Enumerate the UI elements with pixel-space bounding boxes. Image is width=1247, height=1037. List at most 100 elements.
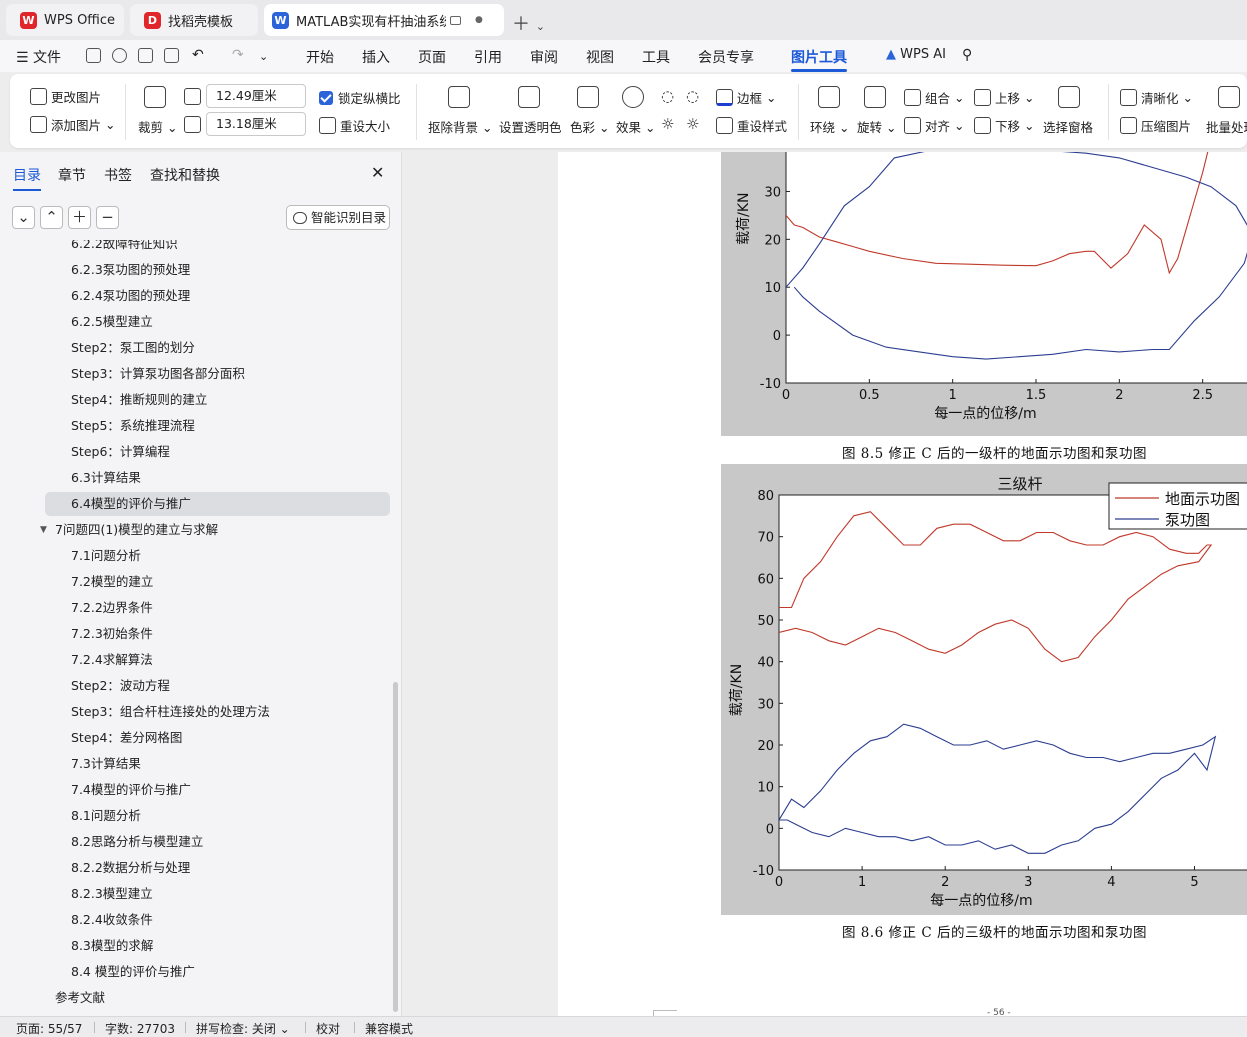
reset-size-button[interactable]: 重设大小 <box>319 116 390 135</box>
proofread[interactable]: 校对 <box>304 1020 340 1037</box>
transparent-color-icon[interactable] <box>518 86 540 108</box>
toc-item[interactable]: 8.2思路分析与模型建立 <box>71 830 203 854</box>
smart-toc-button[interactable]: 智能识别目录 <box>286 205 390 230</box>
close-tab-icon[interactable]: ● <box>475 15 483 25</box>
search-icon[interactable]: ⚲ <box>962 47 972 63</box>
spell-check[interactable]: 拼写检查: 关闭 ⌄ <box>185 1020 290 1037</box>
menu-page[interactable]: 页面 <box>418 47 446 67</box>
toc-item[interactable]: 8.2.3模型建立 <box>71 882 153 906</box>
toc-scrollbar[interactable] <box>393 682 398 1012</box>
new-tab-button[interactable]: ＋ ⌄ <box>512 10 545 36</box>
menu-view[interactable]: 视图 <box>586 47 614 67</box>
chevron-down-icon[interactable]: ⌄ <box>259 50 268 63</box>
figure-8-5[interactable]: 00.511.522.5-10010203040每一点的位移/m载荷/KN <box>721 152 1247 436</box>
toc-item[interactable]: 8.1问题分析 <box>71 804 141 828</box>
border-button[interactable]: 边框 ⌄ <box>716 88 776 107</box>
rotate-icon[interactable] <box>864 86 886 108</box>
crop-button[interactable]: 裁剪 ⌄ <box>138 117 177 136</box>
set-transparent-button[interactable]: 设置透明色 <box>499 117 562 136</box>
toc-item[interactable]: Step2：波动方程 <box>71 674 170 698</box>
toc-item[interactable]: 7.4模型的评价与推广 <box>71 778 191 802</box>
toc-item[interactable]: Step3：组合杆柱连接处的处理方法 <box>71 700 270 724</box>
toc-item[interactable]: 7.1问题分析 <box>71 544 141 568</box>
toc-item[interactable]: Step4：差分网格图 <box>71 726 182 750</box>
toc-item[interactable]: 8.3模型的求解 <box>71 934 153 958</box>
clarify-button[interactable]: 清晰化 ⌄ <box>1120 88 1193 107</box>
print-icon[interactable] <box>138 48 153 63</box>
toc-item[interactable]: 6.2.5模型建立 <box>71 310 153 334</box>
change-picture-button[interactable]: 更改图片 <box>30 87 101 106</box>
toc-item[interactable]: Step3：计算泵功图各部分面积 <box>71 362 245 386</box>
move-down-button[interactable]: 下移 ⌄ <box>974 116 1034 135</box>
toc-item[interactable]: Step6：计算编程 <box>71 440 170 464</box>
effect-button[interactable]: 效果 ⌄ <box>616 117 655 136</box>
toc-item[interactable]: Step2：泵工图的划分 <box>71 336 195 360</box>
add-picture-button[interactable]: 添加图片 ⌄ <box>30 115 115 134</box>
tab-find-replace[interactable]: 查找和替换 <box>150 165 220 185</box>
batch-process-icon[interactable] <box>1218 86 1240 108</box>
chevron-down-icon[interactable]: ⌄ <box>536 20 545 33</box>
effect-icon[interactable] <box>622 86 644 108</box>
lock-ratio-checkbox[interactable]: 锁定纵横比 <box>319 88 401 107</box>
tab-template[interactable]: D 找稻壳模板 <box>130 4 258 36</box>
toc-item[interactable]: 6.2.4泵功图的预处理 <box>71 284 190 308</box>
sharpness-icon[interactable]: ☼ <box>686 115 699 133</box>
toc-item[interactable]: ▼ 7问题四(1)模型的建立与求解 <box>40 518 218 542</box>
save-icon[interactable] <box>86 48 101 63</box>
menu-start[interactable]: 开始 <box>306 47 334 67</box>
toc-item[interactable]: 7.3计算结果 <box>71 752 141 776</box>
remove-background-icon[interactable] <box>448 86 470 108</box>
menu-tools[interactable]: 工具 <box>642 47 670 67</box>
toc-item[interactable]: Step5：系统推理流程 <box>71 414 195 438</box>
selection-pane-icon[interactable] <box>1058 86 1080 108</box>
toc-item[interactable]: 6.2.2故障特征知识 <box>71 240 178 256</box>
group-button[interactable]: 组合 ⌄ <box>904 88 964 107</box>
print-preview-icon[interactable] <box>164 48 179 63</box>
tab-bookmarks[interactable]: 书签 <box>104 165 132 185</box>
wps-ai-button[interactable]: ▲ WPS AI <box>886 47 946 62</box>
menu-reference[interactable]: 引用 <box>474 47 502 67</box>
figure-8-6[interactable]: 0 1 2 3 4 5 -10 0 10 20 30 40 50 60 70 80 每一点的位移/m 载荷/KN 三… <box>721 464 1247 915</box>
wrap-icon[interactable] <box>818 86 840 108</box>
toc-item[interactable]: 6.2.3泵功图的预处理 <box>71 258 190 282</box>
toc-item[interactable]: Step4：推断规则的建立 <box>71 388 207 412</box>
toc-item[interactable]: 8.2.4收敛条件 <box>71 908 153 932</box>
file-menu[interactable]: ☰ 文件 <box>16 47 61 67</box>
toc-item[interactable]: 7.2.3初始条件 <box>71 622 153 646</box>
expand-down-button[interactable]: ⌄ <box>12 206 35 229</box>
selection-pane-button[interactable]: 选择窗格 <box>1043 117 1093 136</box>
menu-insert[interactable]: 插入 <box>362 47 390 67</box>
wrap-button[interactable]: 环绕 ⌄ <box>810 117 849 136</box>
tab-wps-office[interactable]: W WPS Office <box>6 4 124 36</box>
tab-toc[interactable]: 目录 <box>13 165 41 191</box>
width-input[interactable]: 12.49厘米 <box>206 84 306 108</box>
tab-document[interactable]: W MATLAB实现有杆抽油系统的 ● <box>264 4 504 36</box>
expand-caret-icon[interactable]: ▼ <box>40 518 47 542</box>
menu-picture-tools[interactable]: 图片工具 <box>791 47 847 72</box>
compress-button[interactable]: 压缩图片 <box>1120 116 1191 135</box>
brightness-up-icon[interactable]: ◌ <box>661 87 674 105</box>
close-icon[interactable]: ✕ <box>371 163 384 182</box>
batch-process-button[interactable]: 批量处理 <box>1206 117 1247 136</box>
remove-background-button[interactable]: 抠除背景 ⌄ <box>428 117 492 136</box>
menu-member[interactable]: 会员专享 <box>698 47 754 67</box>
move-up-button[interactable]: 上移 ⌄ <box>974 88 1034 107</box>
page-count[interactable]: 页面: 55/57 <box>16 1020 82 1037</box>
toc-item[interactable]: 7.2.4求解算法 <box>71 648 153 672</box>
align-button[interactable]: 对齐 ⌄ <box>904 116 964 135</box>
toc-item[interactable]: 参考文献 <box>55 986 105 1010</box>
toc-item[interactable]: 7.2.2边界条件 <box>71 596 153 620</box>
remove-level-button[interactable]: − <box>96 206 119 229</box>
add-level-button[interactable]: ＋ <box>68 206 91 229</box>
color-button[interactable]: 色彩 ⌄ <box>570 117 609 136</box>
toc-item[interactable]: 8.4 模型的评价与推广 <box>71 960 195 984</box>
rotate-button[interactable]: 旋转 ⌄ <box>857 117 896 136</box>
reset-style-button[interactable]: 重设样式 <box>716 116 787 135</box>
undo-icon[interactable]: ↶ <box>192 47 204 63</box>
color-icon[interactable] <box>577 86 599 108</box>
brightness-icon[interactable]: ☼ <box>661 115 674 133</box>
word-count[interactable]: 字数: 27703 <box>93 1020 175 1037</box>
height-input[interactable]: 13.18厘米 <box>206 112 306 136</box>
contrast-icon[interactable]: ◌ <box>686 87 699 105</box>
toc-item[interactable]: 8.2.2数据分析与处理 <box>71 856 190 880</box>
